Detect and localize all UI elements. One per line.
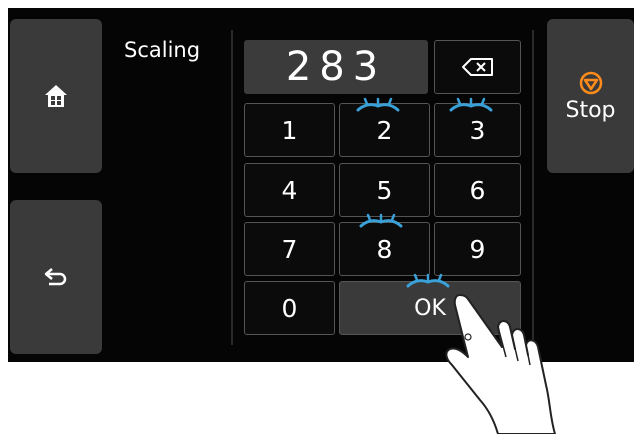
key-4[interactable]: 4: [244, 163, 335, 217]
key-7[interactable]: 7: [244, 222, 335, 276]
screen-title: Scaling: [124, 38, 201, 62]
back-button[interactable]: [10, 200, 102, 354]
stop-button[interactable]: Stop: [547, 19, 634, 173]
stop-icon: [579, 71, 602, 94]
key-1[interactable]: 1: [244, 103, 335, 157]
key-9[interactable]: 9: [434, 222, 521, 276]
back-arrow-icon: [44, 268, 67, 286]
stop-label: Stop: [565, 97, 616, 123]
key-6[interactable]: 6: [434, 163, 521, 217]
press-indicator-icon: [356, 97, 400, 112]
divider-left: [231, 30, 233, 345]
pointing-hand-icon: [445, 294, 556, 434]
numeric-display: 283: [244, 40, 428, 94]
home-icon: [45, 85, 67, 107]
key-5[interactable]: 5: [339, 163, 430, 217]
home-button[interactable]: [10, 19, 102, 173]
backspace-button[interactable]: [434, 40, 521, 94]
key-0[interactable]: 0: [244, 281, 335, 335]
press-indicator-icon: [449, 97, 493, 112]
press-indicator-icon: [359, 213, 403, 228]
backspace-icon: [461, 58, 493, 76]
